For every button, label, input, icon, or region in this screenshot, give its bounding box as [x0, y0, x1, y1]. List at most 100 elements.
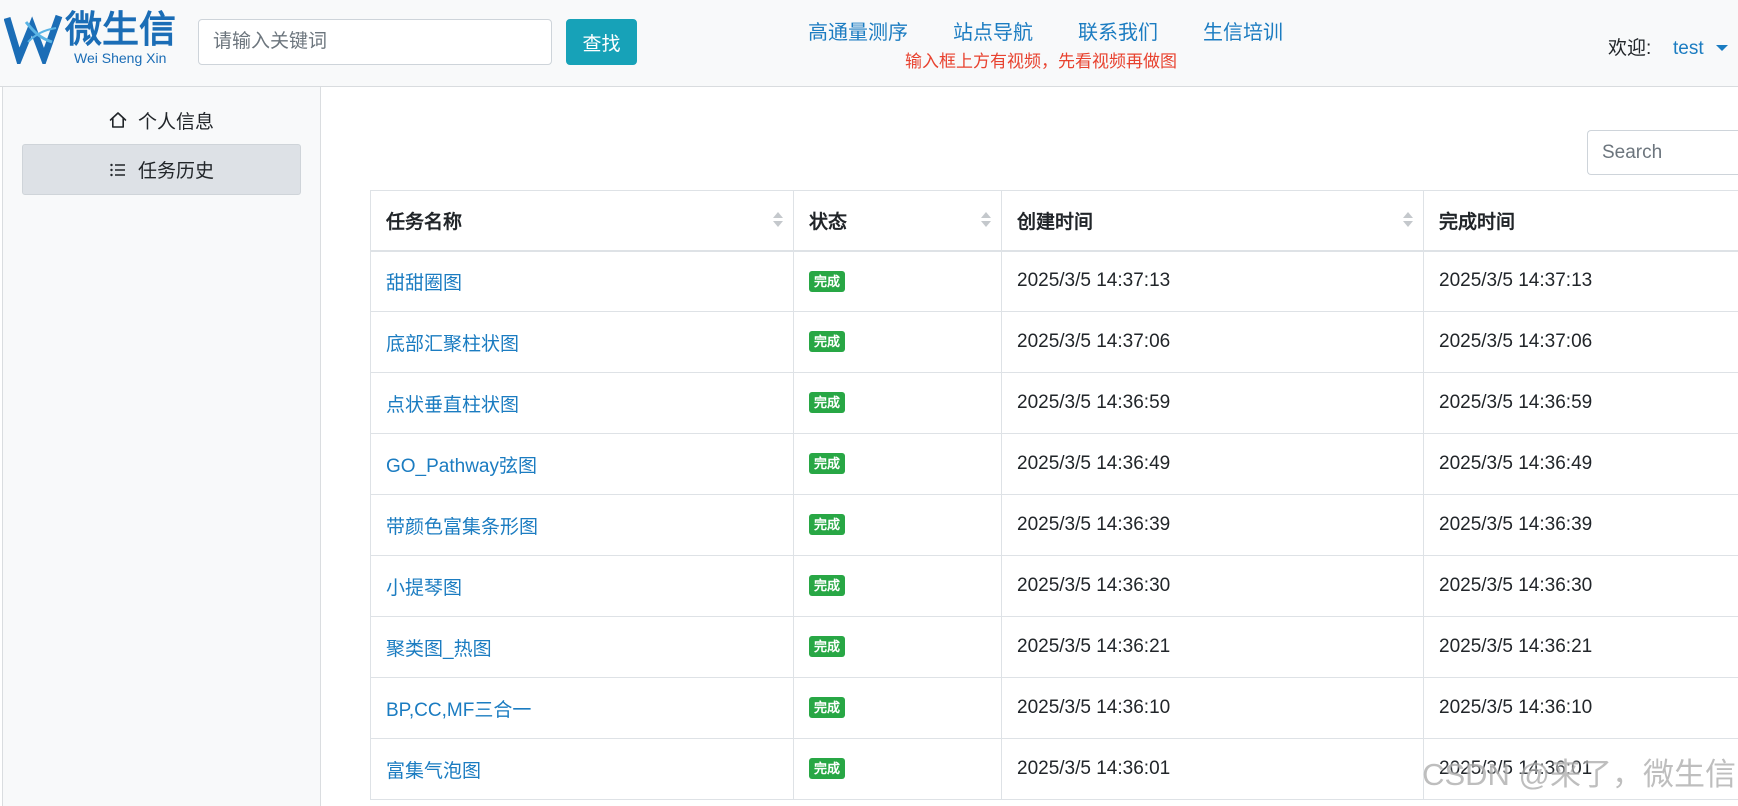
welcome-label: 欢迎: — [1608, 38, 1652, 59]
task-name-link[interactable]: 富集气泡图 — [386, 761, 481, 782]
finished-time: 2025/3/5 14:36:39 — [1423, 494, 1738, 556]
status-badge: 完成 — [809, 758, 846, 780]
column-title: 状态 — [809, 211, 848, 233]
logo-subtitle: Wei Sheng Xin — [74, 50, 167, 66]
sidebar: 个人信息 任务历史 — [2, 87, 321, 806]
finished-time: 2025/3/5 14:36:10 — [1423, 677, 1738, 739]
finished-time: 2025/3/5 14:37:06 — [1423, 311, 1738, 373]
created-time: 2025/3/5 14:36:21 — [1001, 616, 1424, 678]
task-name-link[interactable]: 底部汇聚柱状图 — [386, 334, 519, 355]
column-header-finished[interactable]: 完成时间 — [1423, 190, 1738, 252]
home-icon — [109, 111, 127, 129]
sidebar-item-label: 任务历史 — [137, 161, 214, 182]
created-time: 2025/3/5 14:36:10 — [1001, 677, 1424, 739]
finished-time: 2025/3/5 14:36:59 — [1423, 372, 1738, 434]
table-row: GO_Pathway弦图 完成 2025/3/5 14:36:49 2025/3… — [370, 433, 1738, 495]
sort-icon[interactable] — [1403, 211, 1413, 229]
finished-time: 2025/3/5 14:37:13 — [1423, 250, 1738, 312]
status-badge: 完成 — [809, 575, 846, 597]
table-row: 底部汇聚柱状图 完成 2025/3/5 14:37:06 2025/3/5 14… — [370, 311, 1738, 373]
task-name-cell: 富集气泡图 — [370, 738, 794, 800]
table-row: 富集气泡图 完成 2025/3/5 14:36:01 2025/3/5 14:3… — [370, 738, 1738, 800]
created-time: 2025/3/5 14:36:01 — [1001, 738, 1424, 800]
column-title: 创建时间 — [1017, 211, 1094, 233]
status-badge: 完成 — [809, 270, 846, 292]
keyword-search-input[interactable] — [198, 19, 552, 65]
task-name-cell: 甜甜圈图 — [370, 250, 794, 312]
created-time: 2025/3/5 14:36:30 — [1001, 555, 1424, 617]
list-icon — [109, 161, 127, 179]
task-history-table: 任务名称 状态 创建时间 完成时间 甜甜圈图 完成 2025/3/5 14:37… — [370, 190, 1738, 800]
sort-icon[interactable] — [981, 211, 991, 229]
task-name-link[interactable]: BP,CC,MF三合一 — [386, 700, 531, 721]
task-name-cell: 带颜色富集条形图 — [370, 494, 794, 556]
nav-link-training[interactable]: 生信培训 — [1203, 20, 1283, 46]
status-cell: 完成 — [793, 616, 1002, 678]
task-name-link[interactable]: GO_Pathway弦图 — [386, 456, 537, 477]
table-row: 甜甜圈图 完成 2025/3/5 14:37:13 2025/3/5 14:37… — [370, 250, 1738, 312]
sidebar-item-label: 个人信息 — [137, 111, 214, 133]
status-cell: 完成 — [793, 555, 1002, 617]
table-row: BP,CC,MF三合一 完成 2025/3/5 14:36:10 2025/3/… — [370, 677, 1738, 739]
status-badge: 完成 — [809, 453, 846, 475]
status-badge: 完成 — [809, 697, 846, 719]
nav-link-sequencing[interactable]: 高通量测序 — [808, 20, 908, 46]
created-time: 2025/3/5 14:36:39 — [1001, 494, 1424, 556]
finished-time: 2025/3/5 14:36:21 — [1423, 616, 1738, 678]
video-notice: 输入框上方有视频，先看视频再做图 — [905, 52, 1177, 71]
status-cell: 完成 — [793, 494, 1002, 556]
table-header-row: 任务名称 状态 创建时间 完成时间 — [370, 190, 1738, 252]
user-name[interactable]: test — [1673, 37, 1704, 61]
task-name-link[interactable]: 小提琴图 — [386, 578, 462, 599]
logo-w-icon — [4, 14, 63, 64]
task-name-cell: BP,CC,MF三合一 — [370, 677, 794, 739]
top-navbar: 微生信 Wei Sheng Xin 查找 高通量测序 站点导航 联系我们 生信培… — [0, 0, 1738, 87]
search-button[interactable]: 查找 — [566, 19, 637, 65]
status-cell: 完成 — [793, 677, 1002, 739]
column-header-created[interactable]: 创建时间 — [1001, 190, 1424, 252]
status-badge: 完成 — [809, 636, 846, 658]
finished-time: 2025/3/5 14:36:49 — [1423, 433, 1738, 495]
column-header-status[interactable]: 状态 — [793, 190, 1002, 252]
page: 微生信 Wei Sheng Xin 查找 高通量测序 站点导航 联系我们 生信培… — [0, 0, 1738, 806]
task-name-link[interactable]: 带颜色富集条形图 — [386, 517, 538, 538]
task-name-link[interactable]: 甜甜圈图 — [386, 273, 462, 294]
main-nav: 高通量测序 站点导航 联系我们 生信培训 — [808, 20, 1283, 46]
status-badge: 完成 — [809, 392, 846, 414]
created-time: 2025/3/5 14:37:13 — [1001, 250, 1424, 312]
task-name-cell: 小提琴图 — [370, 555, 794, 617]
sidebar-item-task-history[interactable]: 任务历史 — [22, 144, 301, 195]
created-time: 2025/3/5 14:37:06 — [1001, 311, 1424, 373]
task-name-link[interactable]: 点状垂直柱状图 — [386, 395, 519, 416]
nav-link-site-guide[interactable]: 站点导航 — [953, 20, 1033, 46]
sort-icon[interactable] — [773, 211, 783, 229]
task-name-cell: 底部汇聚柱状图 — [370, 311, 794, 373]
nav-link-contact[interactable]: 联系我们 — [1078, 20, 1158, 46]
status-cell: 完成 — [793, 311, 1002, 373]
status-cell: 完成 — [793, 372, 1002, 434]
status-badge: 完成 — [809, 331, 846, 353]
task-name-cell: 聚类图_热图 — [370, 616, 794, 678]
column-title: 任务名称 — [386, 211, 463, 233]
column-header-task-name[interactable]: 任务名称 — [370, 190, 794, 252]
task-name-link[interactable]: 聚类图_热图 — [386, 639, 492, 660]
table-row: 小提琴图 完成 2025/3/5 14:36:30 2025/3/5 14:36… — [370, 555, 1738, 617]
task-name-cell: 点状垂直柱状图 — [370, 372, 794, 434]
finished-time: 2025/3/5 14:36:01 — [1423, 738, 1738, 800]
table-row: 聚类图_热图 完成 2025/3/5 14:36:21 2025/3/5 14:… — [370, 616, 1738, 678]
logo-title: 微生信 — [65, 9, 176, 50]
user-dropdown[interactable]: test — [1673, 37, 1733, 61]
task-name-cell: GO_Pathway弦图 — [370, 433, 794, 495]
status-badge: 完成 — [809, 514, 846, 536]
table-search-input[interactable] — [1587, 130, 1738, 175]
sidebar-item-profile[interactable]: 个人信息 — [22, 97, 301, 143]
status-cell: 完成 — [793, 433, 1002, 495]
site-logo[interactable]: 微生信 Wei Sheng Xin — [0, 0, 190, 80]
table-row: 带颜色富集条形图 完成 2025/3/5 14:36:39 2025/3/5 1… — [370, 494, 1738, 556]
status-cell: 完成 — [793, 250, 1002, 312]
created-time: 2025/3/5 14:36:59 — [1001, 372, 1424, 434]
table-row: 点状垂直柱状图 完成 2025/3/5 14:36:59 2025/3/5 14… — [370, 372, 1738, 434]
caret-down-icon[interactable] — [1716, 45, 1728, 51]
finished-time: 2025/3/5 14:36:30 — [1423, 555, 1738, 617]
column-title: 完成时间 — [1439, 211, 1516, 233]
